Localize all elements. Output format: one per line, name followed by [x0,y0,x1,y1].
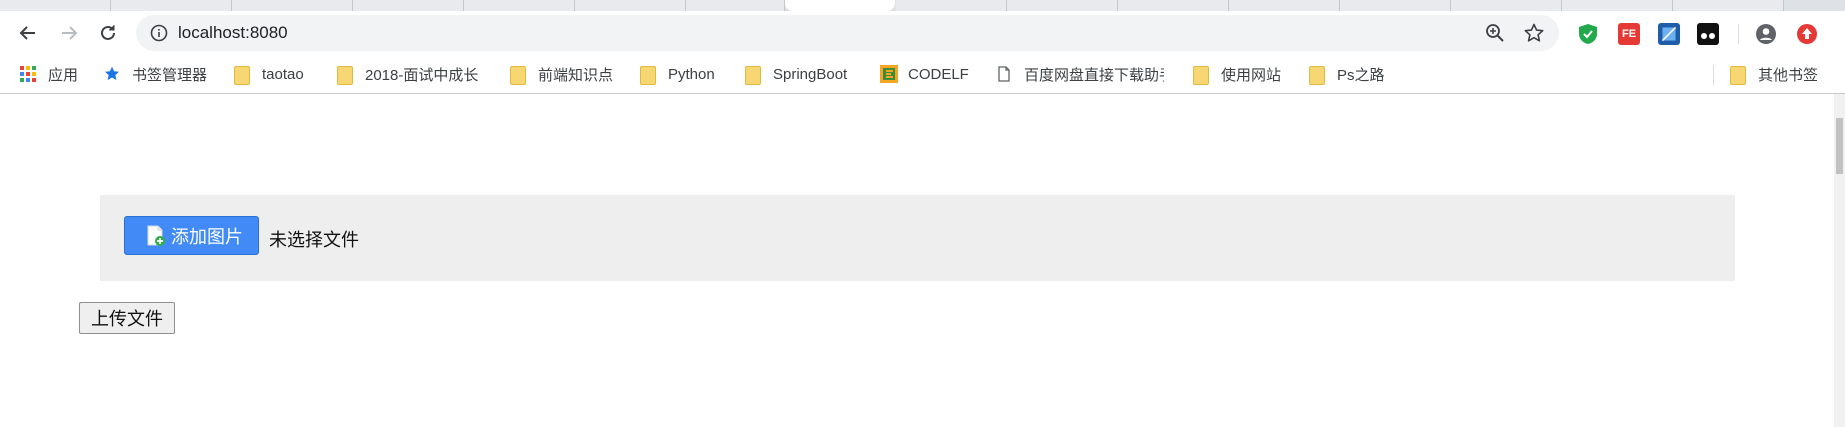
add-file-icon [147,225,165,246]
tab[interactable] [1229,0,1340,11]
bookmarks-bar: 应用 书签管理器 taotao 2018-面试中成长 前端知识点 Python … [0,55,1845,94]
bookmark-label: 书签管理器 [132,66,208,84]
apps-grid-icon [20,66,36,82]
tab[interactable] [1562,0,1673,11]
bookmark-label: 2018-面试中成长 [365,66,479,84]
tampermonkey-extension-icon[interactable] [1697,23,1719,45]
bookmark-folder[interactable]: Python [640,64,715,85]
folder-icon [1730,65,1746,85]
reload-icon [101,25,115,40]
folder-icon [337,65,353,85]
zoom-icon[interactable] [1485,23,1505,43]
tab[interactable] [0,0,111,11]
folder-icon [745,65,761,85]
page-icon [998,66,1010,82]
bookmark-label: CODELF [908,65,969,83]
site-info-icon[interactable] [150,24,168,42]
folder-icon [1193,65,1209,85]
folder-icon [510,65,526,85]
bookmark-label: 百度网盘直接下载助手 [1024,66,1164,84]
bookmark-page[interactable]: 百度网盘直接下载助手 [996,64,1164,84]
bookmark-folder[interactable]: 2018-面试中成长 [337,64,479,85]
upload-file-button[interactable]: 上传文件 [79,302,175,334]
active-tab[interactable] [785,0,895,11]
bookmark-folder[interactable]: taotao [234,64,304,85]
toolbar-divider [1738,24,1739,44]
tab[interactable] [353,0,464,11]
tab-strip [0,0,1845,11]
capture-extension-icon[interactable] [1658,23,1680,45]
browser-toolbar: localhost:8080 FE [0,11,1845,55]
bookmark-manager[interactable]: 书签管理器 [104,64,207,84]
fe-helper-extension-icon[interactable]: FE [1618,23,1640,45]
folder-icon [234,65,250,85]
tab[interactable] [686,0,785,11]
tab[interactable] [1451,0,1562,11]
reload-button[interactable] [94,19,122,47]
add-image-button[interactable]: 添加图片 [124,216,259,255]
forward-button[interactable] [55,19,83,47]
bookmark-star-icon[interactable] [1523,22,1545,44]
folder-icon [640,65,656,85]
tab[interactable] [1118,0,1229,11]
address-bar[interactable]: localhost:8080 [136,15,1559,51]
bookmark-folder[interactable]: Ps之路 [1309,64,1385,85]
bookmark-codelf[interactable]: CODELF [880,64,969,84]
back-arrow-icon [19,26,35,40]
bookmarks-divider [1713,65,1714,85]
tab[interactable] [111,0,232,11]
tab[interactable] [1673,0,1784,11]
tab[interactable] [464,0,575,11]
add-image-label: 添加图片 [171,226,243,247]
bookmark-label: taotao [262,65,304,83]
folder-icon [1309,65,1325,85]
scrollbar-thumb[interactable] [1836,118,1843,174]
codelf-icon [880,65,898,83]
bookmark-apps[interactable]: 应用 [20,64,78,84]
bookmark-label: Ps之路 [1337,66,1385,84]
tab[interactable] [1007,0,1118,11]
bookmark-label: 其他书签 [1758,66,1819,84]
tab[interactable] [896,0,1007,11]
url-text[interactable]: localhost:8080 [178,24,288,42]
forward-arrow-icon [62,26,78,40]
page-scrollbar[interactable] [1834,94,1845,427]
browser-window: localhost:8080 FE 应用 书签管理器 taotao 2018-面… [0,0,1845,427]
bookmark-folder[interactable]: SpringBoot [745,64,848,85]
bookmark-label: SpringBoot [773,65,848,83]
fe-extension-label: FE [1621,28,1637,40]
bookmark-folder[interactable]: 前端知识点 [510,64,614,85]
bookmark-label: Python [668,65,715,83]
bookmark-other[interactable]: 其他书签 [1730,64,1819,85]
profile-avatar-icon[interactable] [1755,23,1777,45]
tab[interactable] [575,0,686,11]
no-file-selected-text: 未选择文件 [269,230,359,250]
star-icon [105,66,119,80]
tab[interactable] [1340,0,1451,11]
bookmark-folder[interactable]: 使用网站 [1193,64,1282,85]
bookmark-label: 前端知识点 [538,66,614,84]
bookmark-label: 使用网站 [1221,66,1282,84]
upload-panel: 添加图片 未选择文件 [100,195,1735,281]
update-available-icon[interactable] [1796,23,1818,45]
adguard-extension-icon[interactable] [1577,23,1599,45]
bookmark-label: 应用 [48,66,79,84]
tab[interactable] [232,0,353,11]
back-button[interactable] [14,19,42,47]
